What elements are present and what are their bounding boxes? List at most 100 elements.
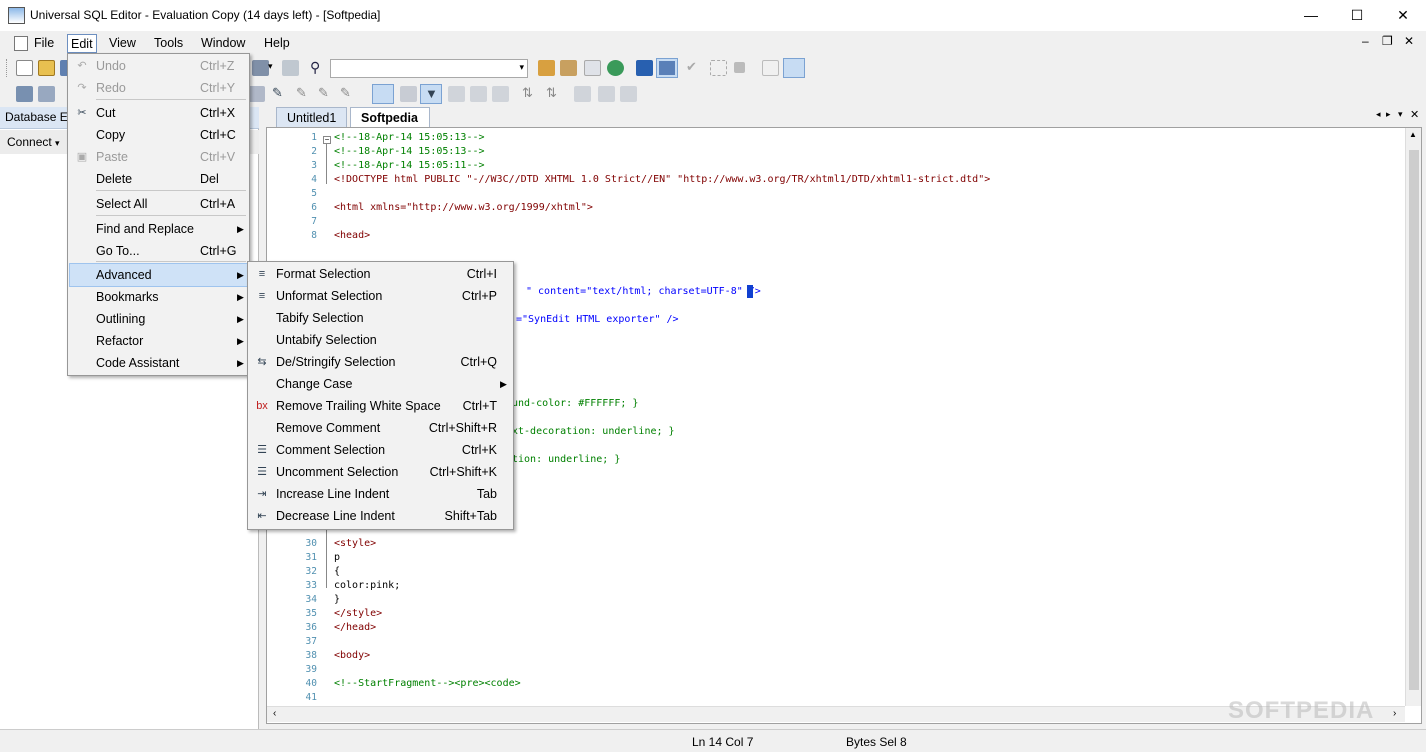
vertical-scrollbar[interactable]: ▲ [1405, 128, 1421, 706]
status-bar: Ln 14 Col 7 Bytes Sel 8 [0, 729, 1426, 752]
outdent-icon[interactable] [470, 86, 487, 102]
tab-scroll-right-icon[interactable]: ▸ [1386, 109, 1391, 120]
menu-item-go-to[interactable]: Go To... Ctrl+G [70, 240, 247, 262]
menu-item-untabify-selection[interactable]: Untabify Selection [250, 329, 511, 351]
table-icon[interactable] [560, 60, 577, 76]
scroll-left-icon[interactable]: ‹ [273, 708, 276, 719]
scroll-thumb[interactable] [1409, 150, 1419, 690]
history-icon[interactable] [38, 86, 55, 102]
print-icon[interactable] [252, 60, 269, 76]
unfold-icon[interactable] [598, 86, 615, 102]
menu-item-code-assistant[interactable]: Code Assistant ▶ [70, 352, 247, 374]
menu-separator [96, 261, 246, 262]
menu-item-increase-line-indent[interactable]: ⇥ Increase Line Indent Tab [250, 483, 511, 505]
menu-item-select-all[interactable]: Select All Ctrl+A [70, 193, 247, 215]
panel-icon[interactable] [248, 86, 265, 102]
export-icon[interactable] [282, 60, 299, 76]
filter-icon: ▼ [425, 86, 438, 101]
sort-desc-icon[interactable]: ⇅ [546, 85, 557, 101]
mdi-close-button[interactable]: ✕ [1404, 34, 1414, 48]
code-line: <!--StartFragment--><pre><code> [334, 678, 521, 689]
menu-file[interactable]: File [31, 34, 57, 53]
new-file-icon[interactable] [16, 60, 33, 76]
menu-item-change-case[interactable]: Change Case ▶ [250, 373, 511, 395]
menu-window[interactable]: Window [198, 34, 248, 53]
menu-item-remove-comment[interactable]: Remove Comment Ctrl+Shift+R [250, 417, 511, 439]
menu-item-outlining[interactable]: Outlining ▶ [70, 308, 247, 330]
scroll-right-icon[interactable]: › [1393, 708, 1396, 719]
minimize-button[interactable]: — [1288, 0, 1334, 31]
comment-icon[interactable] [492, 86, 509, 102]
rollback-icon[interactable] [710, 60, 727, 76]
fold-toggle-icon[interactable]: − [323, 136, 331, 144]
sql-icon[interactable] [762, 60, 779, 76]
maximize-button[interactable]: ☐ [1334, 0, 1380, 31]
menu-edit[interactable]: Edit [67, 34, 97, 53]
tab-list-icon[interactable]: ▾ [1398, 109, 1403, 120]
chevron-down-icon: ▾ [519, 62, 524, 72]
menu-item-bookmarks[interactable]: Bookmarks ▶ [70, 286, 247, 308]
menu-item-shortcut: Ctrl+A [200, 197, 236, 211]
fold-all-icon[interactable] [620, 86, 637, 102]
mdi-minimize-button[interactable]: ‒ [1362, 34, 1369, 48]
redo-icon: ↷ [77, 82, 87, 94]
app-icon [8, 7, 25, 24]
refresh-icon[interactable] [607, 60, 624, 76]
menu-item-refactor[interactable]: Refactor ▶ [70, 330, 247, 352]
scroll-up-icon[interactable]: ▲ [1409, 130, 1417, 139]
toggle-wrap-button[interactable] [372, 84, 394, 104]
tab-scroll-left-icon[interactable]: ◂ [1376, 109, 1381, 120]
menu-item-destringify-selection[interactable]: ⇆ De/Stringify Selection Ctrl+Q [250, 351, 511, 373]
grid-icon[interactable] [584, 60, 601, 76]
menu-item-advanced[interactable]: Advanced ▶ [69, 263, 248, 287]
bookmark-icon[interactable]: ✎ [272, 85, 283, 101]
tab-softpedia[interactable]: Softpedia [350, 107, 430, 128]
stop-icon[interactable] [734, 62, 745, 73]
menu-item-label: Delete [96, 172, 133, 186]
tab-close-icon[interactable]: ✕ [1410, 108, 1419, 121]
list-icon[interactable] [400, 86, 417, 102]
close-button[interactable]: ✕ [1380, 0, 1426, 31]
next-bookmark-icon[interactable]: ✎ [318, 85, 329, 101]
print-dropdown-icon[interactable]: ▾ [268, 61, 273, 72]
open-folder-icon[interactable] [38, 60, 55, 76]
connect-db-icon[interactable] [636, 60, 653, 76]
submenu-arrow-icon: ▶ [237, 336, 244, 346]
find-binoculars-icon[interactable]: ⚲ [310, 59, 320, 76]
fold-icon[interactable] [574, 86, 591, 102]
uncomment-selection-icon: ☰ [257, 466, 267, 478]
menu-item-comment-selection[interactable]: ☰ Comment Selection Ctrl+K [250, 439, 511, 461]
menu-item-format-selection[interactable]: ≡ Format Selection Ctrl+I [250, 263, 511, 285]
comment-selection-icon: ☰ [257, 444, 267, 456]
search-combobox[interactable]: ▾ [330, 59, 528, 78]
menu-item-copy[interactable]: Copy Ctrl+C [70, 124, 247, 146]
prev-bookmark-icon[interactable]: ✎ [296, 85, 307, 101]
menu-view[interactable]: View [106, 34, 139, 53]
menu-item-delete[interactable]: Delete Del [70, 168, 247, 190]
sort-asc-icon[interactable]: ⇅ [522, 85, 533, 101]
menu-item-remove-trailing-white-space[interactable]: bx Remove Trailing White Space Ctrl+T [250, 395, 511, 417]
menu-item-shortcut: Ctrl+Z [200, 59, 235, 73]
menu-item-shortcut: Shift+Tab [444, 509, 497, 523]
menu-item-cut[interactable]: ✂ Cut Ctrl+X [70, 102, 247, 124]
toggle-panel-button[interactable] [783, 58, 805, 78]
menu-item-uncomment-selection[interactable]: ☰ Uncomment Selection Ctrl+Shift+K [250, 461, 511, 483]
tab-untitled1[interactable]: Untitled1 [276, 107, 348, 128]
db-explorer-icon[interactable] [16, 86, 33, 102]
indent-icon[interactable] [448, 86, 465, 102]
menu-item-label: Uncomment Selection [276, 465, 399, 479]
submenu-arrow-icon: ▶ [237, 270, 244, 280]
toggle-results-button[interactable] [656, 58, 678, 78]
menu-item-tabify-selection[interactable]: Tabify Selection [250, 307, 511, 329]
menu-tools[interactable]: Tools [151, 34, 186, 53]
filter-button[interactable]: ▼ [420, 84, 442, 104]
clear-bookmarks-icon[interactable]: ✎ [340, 85, 351, 101]
menu-item-decrease-line-indent[interactable]: ⇤ Decrease Line Indent Shift+Tab [250, 505, 511, 527]
menu-item-unformat-selection[interactable]: ≡ Unformat Selection Ctrl+P [250, 285, 511, 307]
query-icon[interactable] [538, 60, 555, 76]
mdi-restore-button[interactable]: ❐ [1382, 34, 1393, 48]
commit-icon[interactable]: ✔ [686, 59, 697, 75]
menu-help[interactable]: Help [261, 34, 293, 53]
menu-item-find-and-replace[interactable]: Find and Replace ▶ [70, 218, 247, 240]
watermark-logo: SOFTPEDIA [1228, 697, 1375, 724]
